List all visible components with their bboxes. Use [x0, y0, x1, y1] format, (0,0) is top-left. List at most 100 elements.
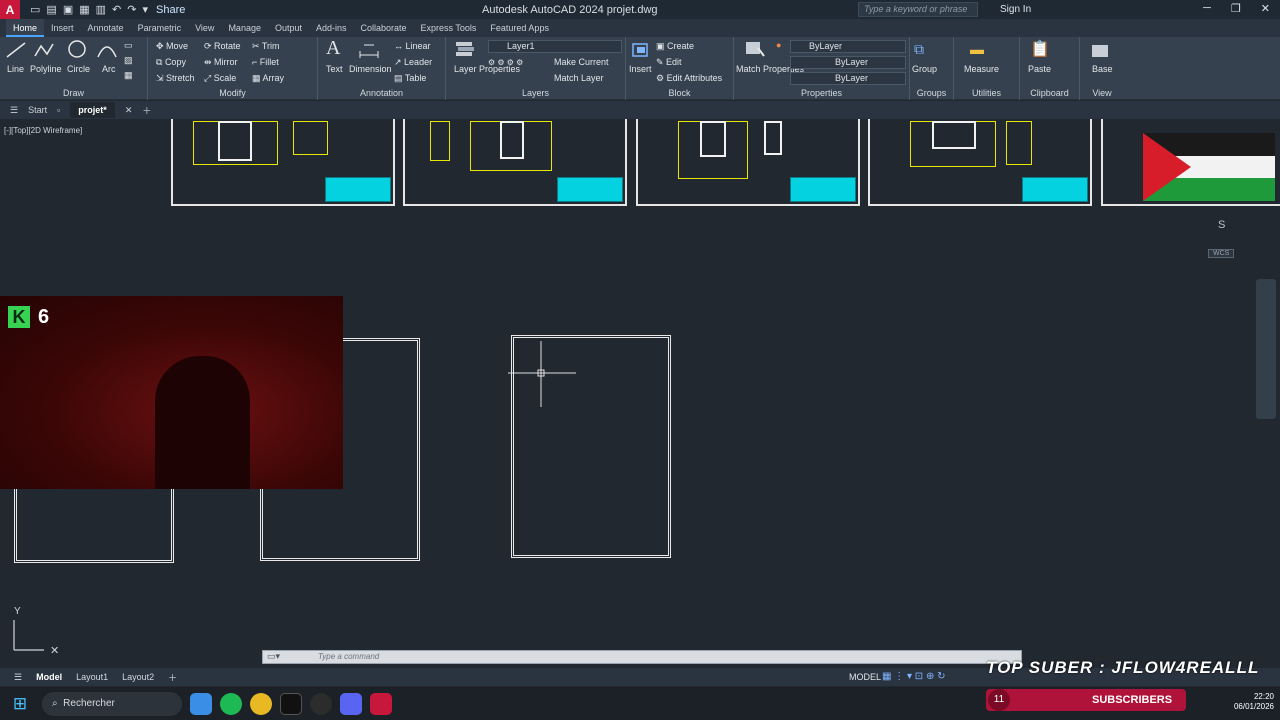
edge-icon[interactable] — [190, 692, 212, 715]
spotify-icon[interactable] — [220, 692, 242, 715]
tab-layout2[interactable]: Layout2 — [122, 672, 154, 682]
restore-icon[interactable]: ❐ — [1231, 2, 1241, 15]
line-button[interactable]: Line — [7, 64, 24, 74]
discord-icon[interactable] — [340, 692, 362, 715]
close-icon[interactable]: ✕ — [1261, 2, 1270, 15]
tab-annotate[interactable]: Annotate — [81, 19, 131, 37]
minimize-icon[interactable]: ─ — [1203, 2, 1211, 15]
tab-home[interactable]: Home — [6, 19, 45, 37]
save-icon[interactable]: ▣ — [63, 3, 73, 16]
new-tab-icon[interactable]: ＋ — [142, 104, 151, 117]
mirror-button[interactable]: ⇹ Mirror — [204, 57, 238, 68]
tab-output[interactable]: Output — [268, 19, 309, 37]
tab-manage[interactable]: Manage — [221, 19, 268, 37]
linetype-dropdown[interactable]: ByLayer — [790, 56, 906, 69]
measure-button[interactable]: Measure — [964, 64, 999, 74]
match-layer-button[interactable]: Match Layer — [554, 73, 604, 83]
sign-in-button[interactable]: Sign In — [1000, 4, 1031, 15]
groups-panel-label[interactable]: Groups — [910, 88, 953, 98]
drawing-sheet[interactable] — [403, 119, 627, 206]
tab-model[interactable]: Model — [36, 672, 62, 682]
fillet-button[interactable]: ⌐ Fillet — [252, 57, 279, 67]
block-panel-label[interactable]: Block — [626, 88, 733, 98]
wcs-menu[interactable]: WCS — [1208, 249, 1235, 258]
undo-icon[interactable]: ↶ — [112, 3, 121, 16]
add-layout-icon[interactable]: ＋ — [168, 671, 177, 684]
obs-icon[interactable] — [310, 692, 332, 715]
create-block-button[interactable]: ▣ Create — [656, 41, 694, 52]
autocad-logo[interactable]: A — [0, 0, 20, 19]
dropdown-icon[interactable]: ▾ — [142, 3, 148, 16]
close-tab-icon[interactable]: ✕ — [125, 105, 133, 116]
color-dropdown[interactable]: ByLayer — [790, 40, 906, 53]
layer-dropdown[interactable]: Layer1 — [488, 40, 622, 53]
start-tab[interactable]: Start — [28, 105, 47, 115]
properties-panel-label[interactable]: Properties — [734, 88, 909, 98]
drawing-sheet[interactable] — [636, 119, 860, 206]
taskbar-search[interactable]: ⌕ Rechercher — [42, 691, 182, 716]
system-clock[interactable]: 22:20 06/01/2026 — [1234, 692, 1274, 712]
viewport-label[interactable]: [-][Top][2D Wireframe] — [4, 126, 82, 135]
tab-view[interactable]: View — [188, 19, 221, 37]
command-input[interactable]: Type a command — [318, 652, 379, 661]
modify-panel-label[interactable]: Modify — [148, 88, 317, 98]
group-button[interactable]: Group — [912, 64, 937, 74]
arc-button[interactable]: Arc — [102, 64, 116, 74]
tab-parametric[interactable]: Parametric — [131, 19, 189, 37]
drawing-sheet[interactable] — [171, 119, 395, 206]
tab-express-tools[interactable]: Express Tools — [414, 19, 484, 37]
trim-button[interactable]: ✂ Trim — [252, 41, 280, 52]
tab-insert[interactable]: Insert — [44, 19, 81, 37]
layouts-menu-icon[interactable]: ☰ — [14, 672, 22, 683]
search-input[interactable]: Type a keyword or phrase — [858, 2, 978, 17]
array-button[interactable]: ▦ Array — [252, 73, 284, 84]
edit-attributes-button[interactable]: ⚙ Edit Attributes — [656, 73, 722, 84]
tiktok-icon[interactable] — [280, 692, 302, 715]
drawing-canvas[interactable]: [-][Top][2D Wireframe] S WCS Y ✕ K 6 — [0, 119, 1280, 666]
utilities-panel-label[interactable]: Utilities — [954, 88, 1019, 98]
sheet-frame[interactable] — [14, 479, 174, 563]
menu-icon[interactable]: ☰ — [10, 105, 18, 116]
insert-button[interactable]: Insert — [629, 64, 652, 74]
open-icon[interactable]: ▤ — [46, 3, 56, 16]
copy-button[interactable]: ⧉ Copy — [156, 57, 186, 68]
text-button[interactable]: Text — [326, 64, 343, 74]
scale-button[interactable]: ⤢ Scale — [204, 73, 236, 84]
stretch-button[interactable]: ⇲ Stretch — [156, 73, 195, 84]
drawing-sheet[interactable] — [868, 119, 1092, 206]
move-button[interactable]: ✥ Move — [156, 41, 188, 52]
navigation-bar[interactable] — [1256, 279, 1276, 419]
chrome-icon[interactable] — [250, 692, 272, 715]
base-button[interactable]: Base — [1092, 64, 1113, 74]
make-current-button[interactable]: Make Current — [554, 57, 609, 67]
new-icon[interactable]: ▭ — [30, 3, 40, 16]
lineweight-dropdown[interactable]: ByLayer — [790, 72, 906, 85]
layers-panel-label[interactable]: Layers — [446, 88, 625, 98]
polyline-button[interactable]: Polyline — [30, 64, 62, 74]
windows-start-icon[interactable]: ⊞ — [0, 694, 40, 714]
tab-collaborate[interactable]: Collaborate — [354, 19, 414, 37]
gradient-icon[interactable]: ▦ — [124, 70, 133, 81]
table-button[interactable]: ▤ Table — [394, 73, 426, 84]
layer-tools-icons[interactable]: ⚙ ⚙ ⚙ ⚙ — [488, 58, 523, 67]
leader-button[interactable]: ↗ Leader — [394, 57, 432, 68]
hatch-icon[interactable]: ▨ — [124, 55, 133, 66]
print-icon[interactable]: ▥ — [96, 3, 106, 16]
viewcube-compass[interactable]: S — [1218, 219, 1225, 231]
command-line[interactable]: ▭▾ Type a command — [262, 650, 1022, 664]
rotate-button[interactable]: ⟳ Rotate — [204, 41, 241, 52]
tab-layout1[interactable]: Layout1 — [76, 672, 108, 682]
paste-button[interactable]: Paste — [1028, 64, 1051, 74]
annotation-panel-label[interactable]: Annotation — [318, 88, 445, 98]
share-button[interactable]: Share — [156, 4, 185, 16]
draw-panel-label[interactable]: Draw — [0, 88, 147, 98]
tab-featured-apps[interactable]: Featured Apps — [483, 19, 556, 37]
linear-button[interactable]: ↔ Linear — [394, 41, 431, 51]
file-tab[interactable]: projet* — [70, 102, 115, 118]
rectangle-icon[interactable]: ▭ — [124, 40, 133, 51]
view-panel-label[interactable]: View — [1080, 88, 1124, 98]
autocad-taskbar-icon[interactable] — [370, 692, 392, 715]
dimension-button[interactable]: Dimension — [349, 64, 392, 74]
circle-button[interactable]: Circle — [67, 64, 90, 74]
save-as-icon[interactable]: ▦ — [79, 3, 89, 16]
